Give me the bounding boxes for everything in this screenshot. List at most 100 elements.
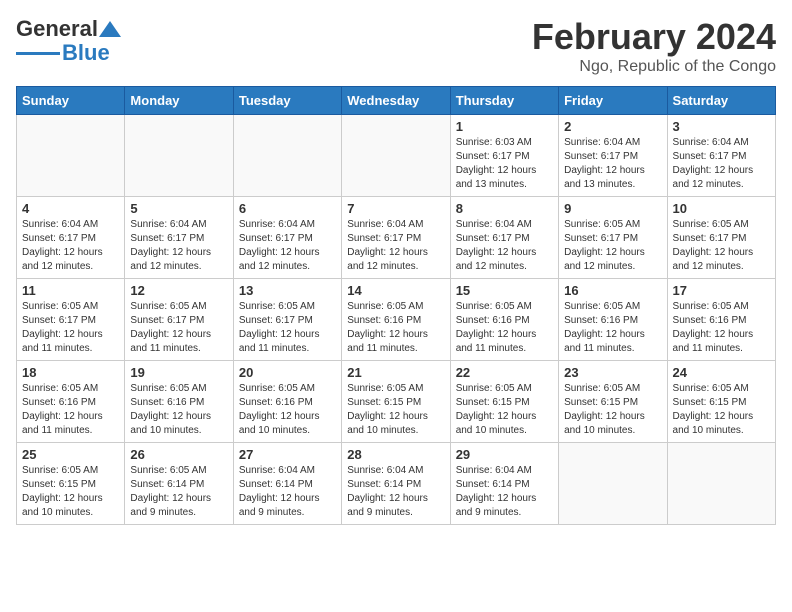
weekday-header: Tuesday [233, 87, 341, 115]
calendar-day-cell [17, 115, 125, 197]
weekday-header: Friday [559, 87, 667, 115]
day-info: Sunrise: 6:05 AM Sunset: 6:15 PM Dayligh… [347, 382, 444, 438]
day-info: Sunrise: 6:04 AM Sunset: 6:17 PM Dayligh… [130, 218, 227, 274]
calendar-day-cell: 26 Sunrise: 6:05 AM Sunset: 6:14 PM Dayli… [125, 443, 233, 525]
day-number: 6 [239, 201, 336, 216]
calendar-day-cell: 17 Sunrise: 6:05 AM Sunset: 6:16 PM Dayli… [667, 279, 775, 361]
calendar-day-cell: 16 Sunrise: 6:05 AM Sunset: 6:16 PM Dayli… [559, 279, 667, 361]
weekday-header: Thursday [450, 87, 558, 115]
calendar-day-cell: 5 Sunrise: 6:04 AM Sunset: 6:17 PM Daylig… [125, 197, 233, 279]
logo-general: General [16, 16, 98, 42]
day-info: Sunrise: 6:05 AM Sunset: 6:16 PM Dayligh… [673, 300, 770, 356]
day-info: Sunrise: 6:05 AM Sunset: 6:16 PM Dayligh… [130, 382, 227, 438]
day-info: Sunrise: 6:03 AM Sunset: 6:17 PM Dayligh… [456, 136, 553, 192]
calendar-day-cell: 13 Sunrise: 6:05 AM Sunset: 6:17 PM Dayli… [233, 279, 341, 361]
calendar-day-cell: 15 Sunrise: 6:05 AM Sunset: 6:16 PM Dayli… [450, 279, 558, 361]
day-number: 16 [564, 283, 661, 298]
day-number: 1 [456, 119, 553, 134]
day-number: 12 [130, 283, 227, 298]
day-info: Sunrise: 6:05 AM Sunset: 6:16 PM Dayligh… [239, 382, 336, 438]
day-info: Sunrise: 6:05 AM Sunset: 6:15 PM Dayligh… [456, 382, 553, 438]
day-number: 3 [673, 119, 770, 134]
day-number: 10 [673, 201, 770, 216]
day-info: Sunrise: 6:04 AM Sunset: 6:17 PM Dayligh… [564, 136, 661, 192]
day-info: Sunrise: 6:04 AM Sunset: 6:17 PM Dayligh… [22, 218, 119, 274]
day-info: Sunrise: 6:05 AM Sunset: 6:15 PM Dayligh… [22, 464, 119, 520]
calendar-title: February 2024 [532, 16, 776, 58]
calendar-day-cell: 4 Sunrise: 6:04 AM Sunset: 6:17 PM Daylig… [17, 197, 125, 279]
day-number: 20 [239, 365, 336, 380]
day-number: 2 [564, 119, 661, 134]
title-area: February 2024 Ngo, Republic of the Congo [532, 16, 776, 76]
day-info: Sunrise: 6:05 AM Sunset: 6:17 PM Dayligh… [130, 300, 227, 356]
day-info: Sunrise: 6:04 AM Sunset: 6:14 PM Dayligh… [456, 464, 553, 520]
day-info: Sunrise: 6:05 AM Sunset: 6:16 PM Dayligh… [456, 300, 553, 356]
calendar-day-cell: 7 Sunrise: 6:04 AM Sunset: 6:17 PM Daylig… [342, 197, 450, 279]
day-info: Sunrise: 6:05 AM Sunset: 6:17 PM Dayligh… [239, 300, 336, 356]
day-number: 18 [22, 365, 119, 380]
calendar-day-cell [559, 443, 667, 525]
calendar-table: SundayMondayTuesdayWednesdayThursdayFrid… [16, 86, 776, 525]
day-info: Sunrise: 6:05 AM Sunset: 6:16 PM Dayligh… [564, 300, 661, 356]
calendar-day-cell: 8 Sunrise: 6:04 AM Sunset: 6:17 PM Daylig… [450, 197, 558, 279]
day-number: 19 [130, 365, 227, 380]
day-number: 8 [456, 201, 553, 216]
day-info: Sunrise: 6:05 AM Sunset: 6:14 PM Dayligh… [130, 464, 227, 520]
day-number: 13 [239, 283, 336, 298]
calendar-day-cell: 12 Sunrise: 6:05 AM Sunset: 6:17 PM Dayli… [125, 279, 233, 361]
calendar-day-cell: 14 Sunrise: 6:05 AM Sunset: 6:16 PM Dayli… [342, 279, 450, 361]
calendar-day-cell [233, 115, 341, 197]
day-info: Sunrise: 6:04 AM Sunset: 6:14 PM Dayligh… [347, 464, 444, 520]
calendar-week-row: 1 Sunrise: 6:03 AM Sunset: 6:17 PM Daylig… [17, 115, 776, 197]
day-number: 23 [564, 365, 661, 380]
day-info: Sunrise: 6:04 AM Sunset: 6:17 PM Dayligh… [673, 136, 770, 192]
logo: General Blue [16, 16, 122, 66]
calendar-day-cell: 22 Sunrise: 6:05 AM Sunset: 6:15 PM Dayli… [450, 361, 558, 443]
day-number: 11 [22, 283, 119, 298]
day-info: Sunrise: 6:04 AM Sunset: 6:14 PM Dayligh… [239, 464, 336, 520]
day-number: 27 [239, 447, 336, 462]
day-number: 28 [347, 447, 444, 462]
day-number: 17 [673, 283, 770, 298]
day-number: 25 [22, 447, 119, 462]
calendar-day-cell: 24Sunrise: 6:05 AM Sunset: 6:15 PM Dayli… [667, 361, 775, 443]
day-number: 4 [22, 201, 119, 216]
calendar-header-row: SundayMondayTuesdayWednesdayThursdayFrid… [17, 87, 776, 115]
calendar-subtitle: Ngo, Republic of the Congo [532, 58, 776, 76]
calendar-day-cell: 27 Sunrise: 6:04 AM Sunset: 6:14 PM Dayli… [233, 443, 341, 525]
calendar-week-row: 4 Sunrise: 6:04 AM Sunset: 6:17 PM Daylig… [17, 197, 776, 279]
day-info: Sunrise: 6:04 AM Sunset: 6:17 PM Dayligh… [347, 218, 444, 274]
day-info: Sunrise: 6:05 AM Sunset: 6:17 PM Dayligh… [22, 300, 119, 356]
day-number: 7 [347, 201, 444, 216]
calendar-day-cell [667, 443, 775, 525]
day-number: 5 [130, 201, 227, 216]
calendar-week-row: 18 Sunrise: 6:05 AM Sunset: 6:16 PM Dayli… [17, 361, 776, 443]
calendar-day-cell: 23Sunrise: 6:05 AM Sunset: 6:15 PM Dayli… [559, 361, 667, 443]
calendar-week-row: 11 Sunrise: 6:05 AM Sunset: 6:17 PM Dayli… [17, 279, 776, 361]
day-info: Sunrise: 6:05 AM Sunset: 6:16 PM Dayligh… [347, 300, 444, 356]
calendar-day-cell [125, 115, 233, 197]
day-number: 22 [456, 365, 553, 380]
day-number: 29 [456, 447, 553, 462]
day-number: 24 [673, 365, 770, 380]
day-info: Sunrise: 6:05 AM Sunset: 6:17 PM Dayligh… [564, 218, 661, 274]
logo-blue: Blue [62, 40, 110, 66]
day-info: Sunrise: 6:05 AM Sunset: 6:16 PM Dayligh… [22, 382, 119, 438]
weekday-header: Saturday [667, 87, 775, 115]
weekday-header: Monday [125, 87, 233, 115]
calendar-day-cell: 25 Sunrise: 6:05 AM Sunset: 6:15 PM Dayli… [17, 443, 125, 525]
header-area: General Blue February 2024 Ngo, Republic… [16, 16, 776, 76]
calendar-day-cell [342, 115, 450, 197]
calendar-week-row: 25 Sunrise: 6:05 AM Sunset: 6:15 PM Dayli… [17, 443, 776, 525]
weekday-header: Wednesday [342, 87, 450, 115]
day-info: Sunrise: 6:04 AM Sunset: 6:17 PM Dayligh… [456, 218, 553, 274]
day-info: Sunrise: 6:05 AM Sunset: 6:17 PM Dayligh… [673, 218, 770, 274]
calendar-day-cell: 1 Sunrise: 6:03 AM Sunset: 6:17 PM Daylig… [450, 115, 558, 197]
day-number: 15 [456, 283, 553, 298]
day-number: 26 [130, 447, 227, 462]
calendar-day-cell: 6Sunrise: 6:04 AM Sunset: 6:17 PM Daylig… [233, 197, 341, 279]
day-number: 14 [347, 283, 444, 298]
calendar-day-cell: 9 Sunrise: 6:05 AM Sunset: 6:17 PM Daylig… [559, 197, 667, 279]
day-number: 9 [564, 201, 661, 216]
calendar-day-cell: 3 Sunrise: 6:04 AM Sunset: 6:17 PM Daylig… [667, 115, 775, 197]
